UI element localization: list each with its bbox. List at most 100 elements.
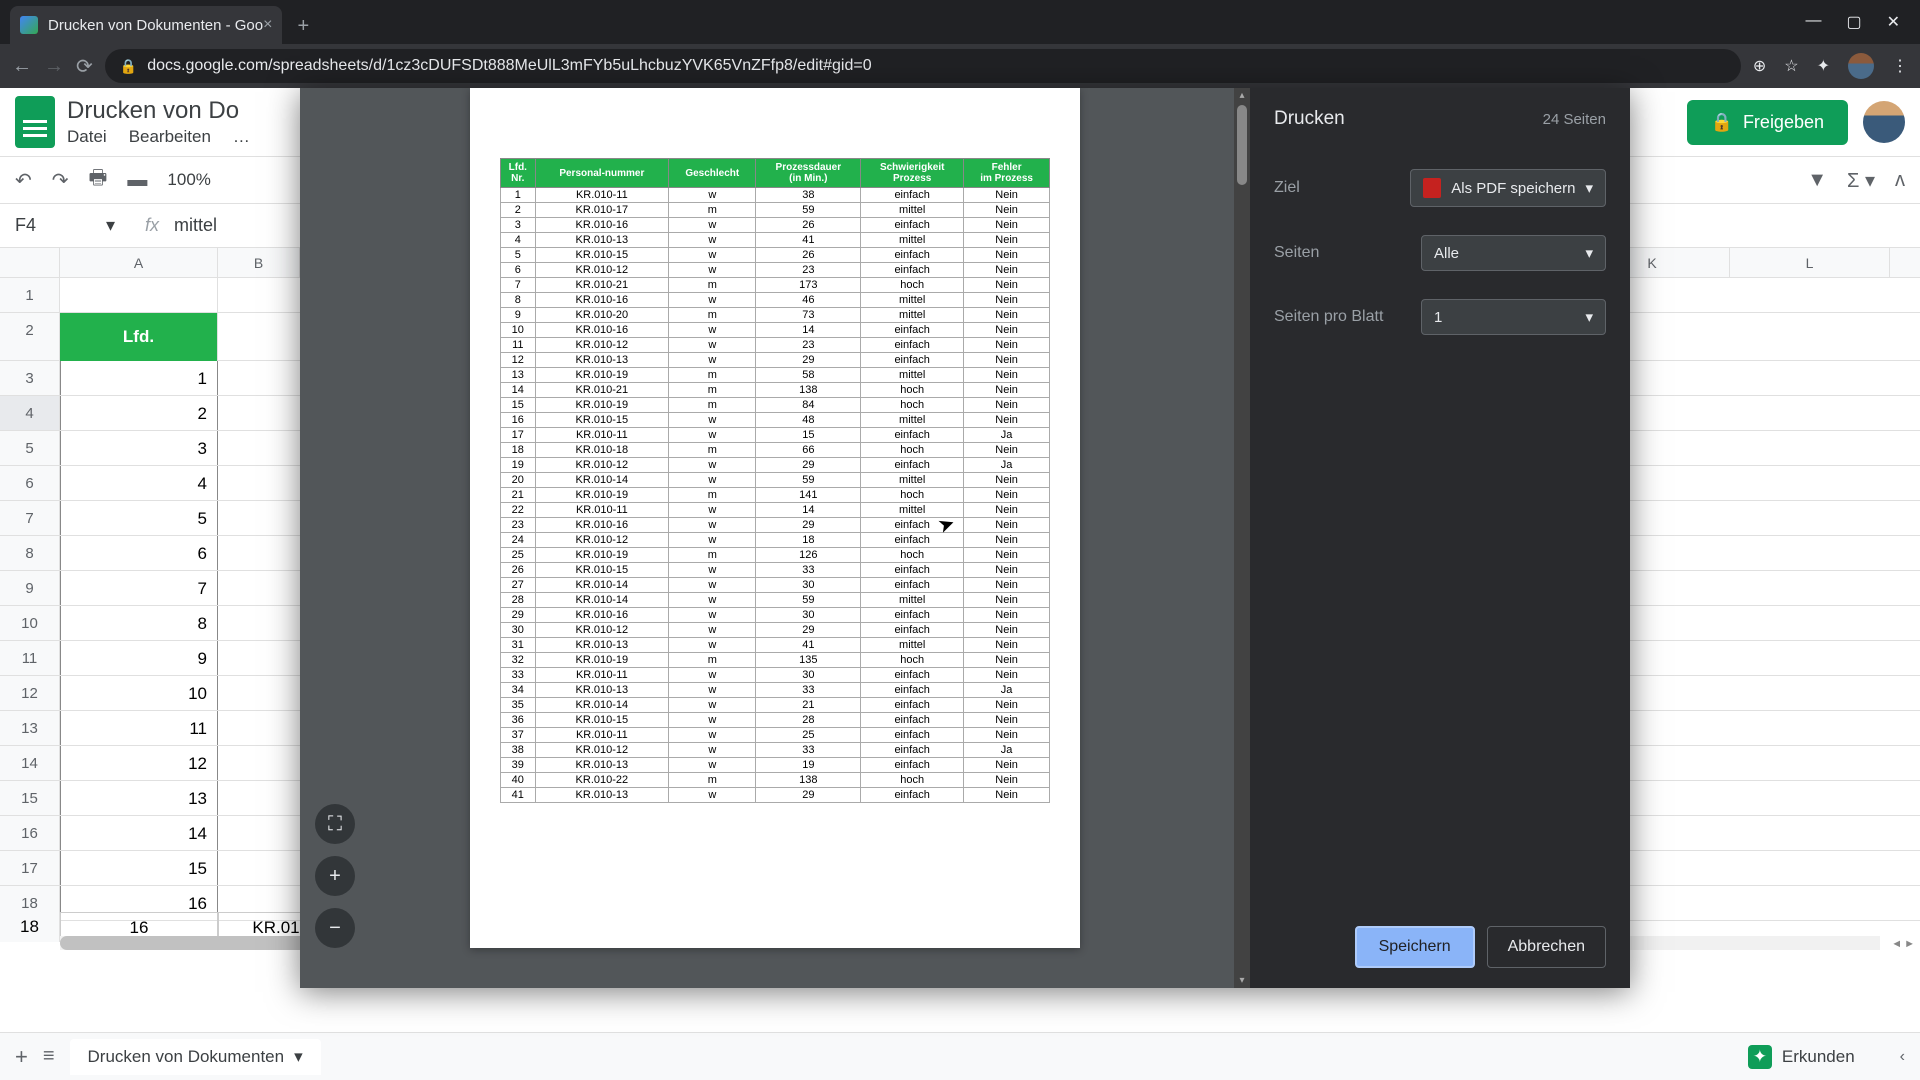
sheets-logo-icon[interactable] bbox=[15, 96, 55, 148]
back-icon[interactable]: ← bbox=[12, 55, 32, 78]
cell[interactable]: 15 bbox=[60, 851, 218, 885]
reload-icon[interactable]: ⟳ bbox=[76, 54, 93, 79]
row-header[interactable]: 3 bbox=[0, 361, 60, 395]
chevron-down-icon: ▾ bbox=[1585, 179, 1593, 197]
row-header[interactable]: 14 bbox=[0, 746, 60, 780]
document-title[interactable]: Drucken von Do bbox=[67, 97, 250, 125]
scroll-left-icon[interactable]: ◄ bbox=[1891, 938, 1902, 950]
sheets-favicon bbox=[20, 16, 38, 34]
row-header[interactable]: 2 bbox=[0, 313, 60, 360]
close-window-icon[interactable]: ✕ bbox=[1887, 12, 1900, 32]
row-header[interactable]: 7 bbox=[0, 501, 60, 535]
explore-button[interactable]: ✦ Erkunden bbox=[1733, 1037, 1870, 1077]
preview-scrollbar[interactable]: ▴ ▾ bbox=[1234, 88, 1250, 988]
redo-icon[interactable]: ↷ bbox=[52, 168, 69, 193]
print-dialog: Lfd.Nr.Personal-nummerGeschlechtProzessd… bbox=[300, 88, 1630, 988]
row-header[interactable]: 5 bbox=[0, 431, 60, 465]
menu-file[interactable]: Datei bbox=[67, 127, 107, 147]
cell[interactable]: 1 bbox=[60, 361, 218, 395]
forward-icon: → bbox=[44, 55, 64, 78]
paint-format-icon[interactable]: ▬ bbox=[127, 169, 147, 192]
row-header[interactable]: 11 bbox=[0, 641, 60, 675]
select-all-corner[interactable] bbox=[0, 248, 60, 277]
row-header[interactable]: 10 bbox=[0, 606, 60, 640]
cell[interactable]: 13 bbox=[60, 781, 218, 815]
cell[interactable]: 6 bbox=[60, 536, 218, 570]
undo-icon[interactable]: ↶ bbox=[15, 168, 32, 193]
col-header-l[interactable]: L bbox=[1730, 248, 1890, 277]
user-avatar-icon[interactable] bbox=[1863, 101, 1905, 143]
extensions-icon[interactable]: ✦ bbox=[1817, 56, 1830, 76]
functions-icon[interactable]: Σ ▾ bbox=[1847, 168, 1875, 193]
cell[interactable]: Lfd. bbox=[60, 313, 218, 361]
scroll-down-icon[interactable]: ▾ bbox=[1234, 973, 1250, 988]
cell[interactable]: 14 bbox=[60, 816, 218, 850]
scroll-right-icon[interactable]: ► bbox=[1904, 938, 1915, 950]
cell[interactable]: 11 bbox=[60, 711, 218, 745]
zoom-out-icon[interactable]: − bbox=[315, 908, 355, 948]
cell[interactable] bbox=[60, 278, 218, 312]
close-tab-icon[interactable]: × bbox=[263, 16, 272, 34]
row-header[interactable]: 8 bbox=[0, 536, 60, 570]
preview-table: Lfd.Nr.Personal-nummerGeschlechtProzessd… bbox=[500, 158, 1050, 803]
menu-edit[interactable]: Bearbeiten bbox=[129, 127, 211, 147]
chevron-down-icon[interactable]: ▾ bbox=[294, 1047, 303, 1067]
save-button[interactable]: Speichern bbox=[1355, 926, 1475, 968]
pages-select[interactable]: Alle ▾ bbox=[1421, 235, 1606, 271]
cell[interactable]: 8 bbox=[60, 606, 218, 640]
pages-per-sheet-label: Seiten pro Blatt bbox=[1274, 308, 1383, 326]
formula-bar[interactable]: mittel bbox=[174, 215, 217, 236]
print-settings-sidebar: Drucken 24 Seiten Ziel Als PDF speichern… bbox=[1250, 88, 1630, 988]
row-header[interactable]: 16 bbox=[0, 816, 60, 850]
new-tab-button[interactable]: + bbox=[297, 15, 309, 38]
cell[interactable]: 10 bbox=[60, 676, 218, 710]
row-header[interactable]: 9 bbox=[0, 571, 60, 605]
destination-select[interactable]: Als PDF speichern ▾ bbox=[1410, 169, 1606, 207]
menu-icon[interactable]: ⋮ bbox=[1892, 56, 1908, 76]
page-count: 24 Seiten bbox=[1543, 111, 1606, 128]
row-header[interactable]: 17 bbox=[0, 851, 60, 885]
cancel-button[interactable]: Abbrechen bbox=[1487, 926, 1606, 968]
star-icon[interactable]: ☆ bbox=[1784, 56, 1798, 76]
row-header[interactable]: 4 bbox=[0, 396, 60, 430]
fit-page-icon[interactable]: ⛶ bbox=[315, 804, 355, 844]
maximize-icon[interactable]: ▢ bbox=[1846, 12, 1861, 32]
scroll-up-icon[interactable]: ▴ bbox=[1234, 88, 1250, 103]
chevron-down-icon: ▾ bbox=[106, 215, 115, 236]
add-sheet-button[interactable]: + bbox=[15, 1044, 28, 1070]
browser-tab[interactable]: Drucken von Dokumenten - Goo × bbox=[10, 6, 282, 44]
col-header-a[interactable]: A bbox=[60, 248, 218, 277]
all-sheets-icon[interactable]: ≡ bbox=[43, 1045, 55, 1068]
sidebar-toggle-icon[interactable]: ‹ bbox=[1900, 1048, 1905, 1066]
cell[interactable]: 9 bbox=[60, 641, 218, 675]
row-header[interactable]: 6 bbox=[0, 466, 60, 500]
row-header[interactable]: 1 bbox=[0, 278, 60, 312]
sheet-tab[interactable]: Drucken von Dokumenten ▾ bbox=[70, 1039, 321, 1075]
cell[interactable]: 12 bbox=[60, 746, 218, 780]
cell[interactable]: 5 bbox=[60, 501, 218, 535]
url-input[interactable]: 🔒 docs.google.com/spreadsheets/d/1cz3cDU… bbox=[105, 49, 1741, 83]
zoom-in-icon[interactable]: + bbox=[315, 856, 355, 896]
row-header[interactable]: 15 bbox=[0, 781, 60, 815]
print-preview-pane[interactable]: Lfd.Nr.Personal-nummerGeschlechtProzessd… bbox=[300, 88, 1250, 988]
filter-icon[interactable]: ▼ bbox=[1807, 169, 1827, 192]
name-box[interactable]: F4▾ bbox=[0, 215, 130, 236]
collapse-icon[interactable]: ʌ bbox=[1895, 169, 1905, 192]
browser-titlebar: Drucken von Dokumenten - Goo × + — ▢ ✕ bbox=[0, 0, 1920, 44]
row-header[interactable]: 12 bbox=[0, 676, 60, 710]
pages-label: Seiten bbox=[1274, 244, 1319, 262]
menu-more: … bbox=[233, 127, 250, 147]
minimize-icon[interactable]: — bbox=[1805, 12, 1821, 32]
col-header-b[interactable]: B bbox=[218, 248, 300, 277]
zoom-level[interactable]: 100% bbox=[167, 170, 210, 190]
print-icon[interactable]: 🖶 bbox=[89, 163, 108, 197]
zoom-icon[interactable]: ⊕ bbox=[1753, 56, 1766, 76]
share-button[interactable]: 🔒 Freigeben bbox=[1687, 100, 1848, 145]
cell[interactable]: 3 bbox=[60, 431, 218, 465]
cell[interactable]: 2 bbox=[60, 396, 218, 430]
cell[interactable]: 7 bbox=[60, 571, 218, 605]
profile-avatar-icon[interactable] bbox=[1848, 53, 1874, 79]
cell[interactable]: 4 bbox=[60, 466, 218, 500]
pages-per-sheet-select[interactable]: 1 ▾ bbox=[1421, 299, 1606, 335]
row-header[interactable]: 13 bbox=[0, 711, 60, 745]
